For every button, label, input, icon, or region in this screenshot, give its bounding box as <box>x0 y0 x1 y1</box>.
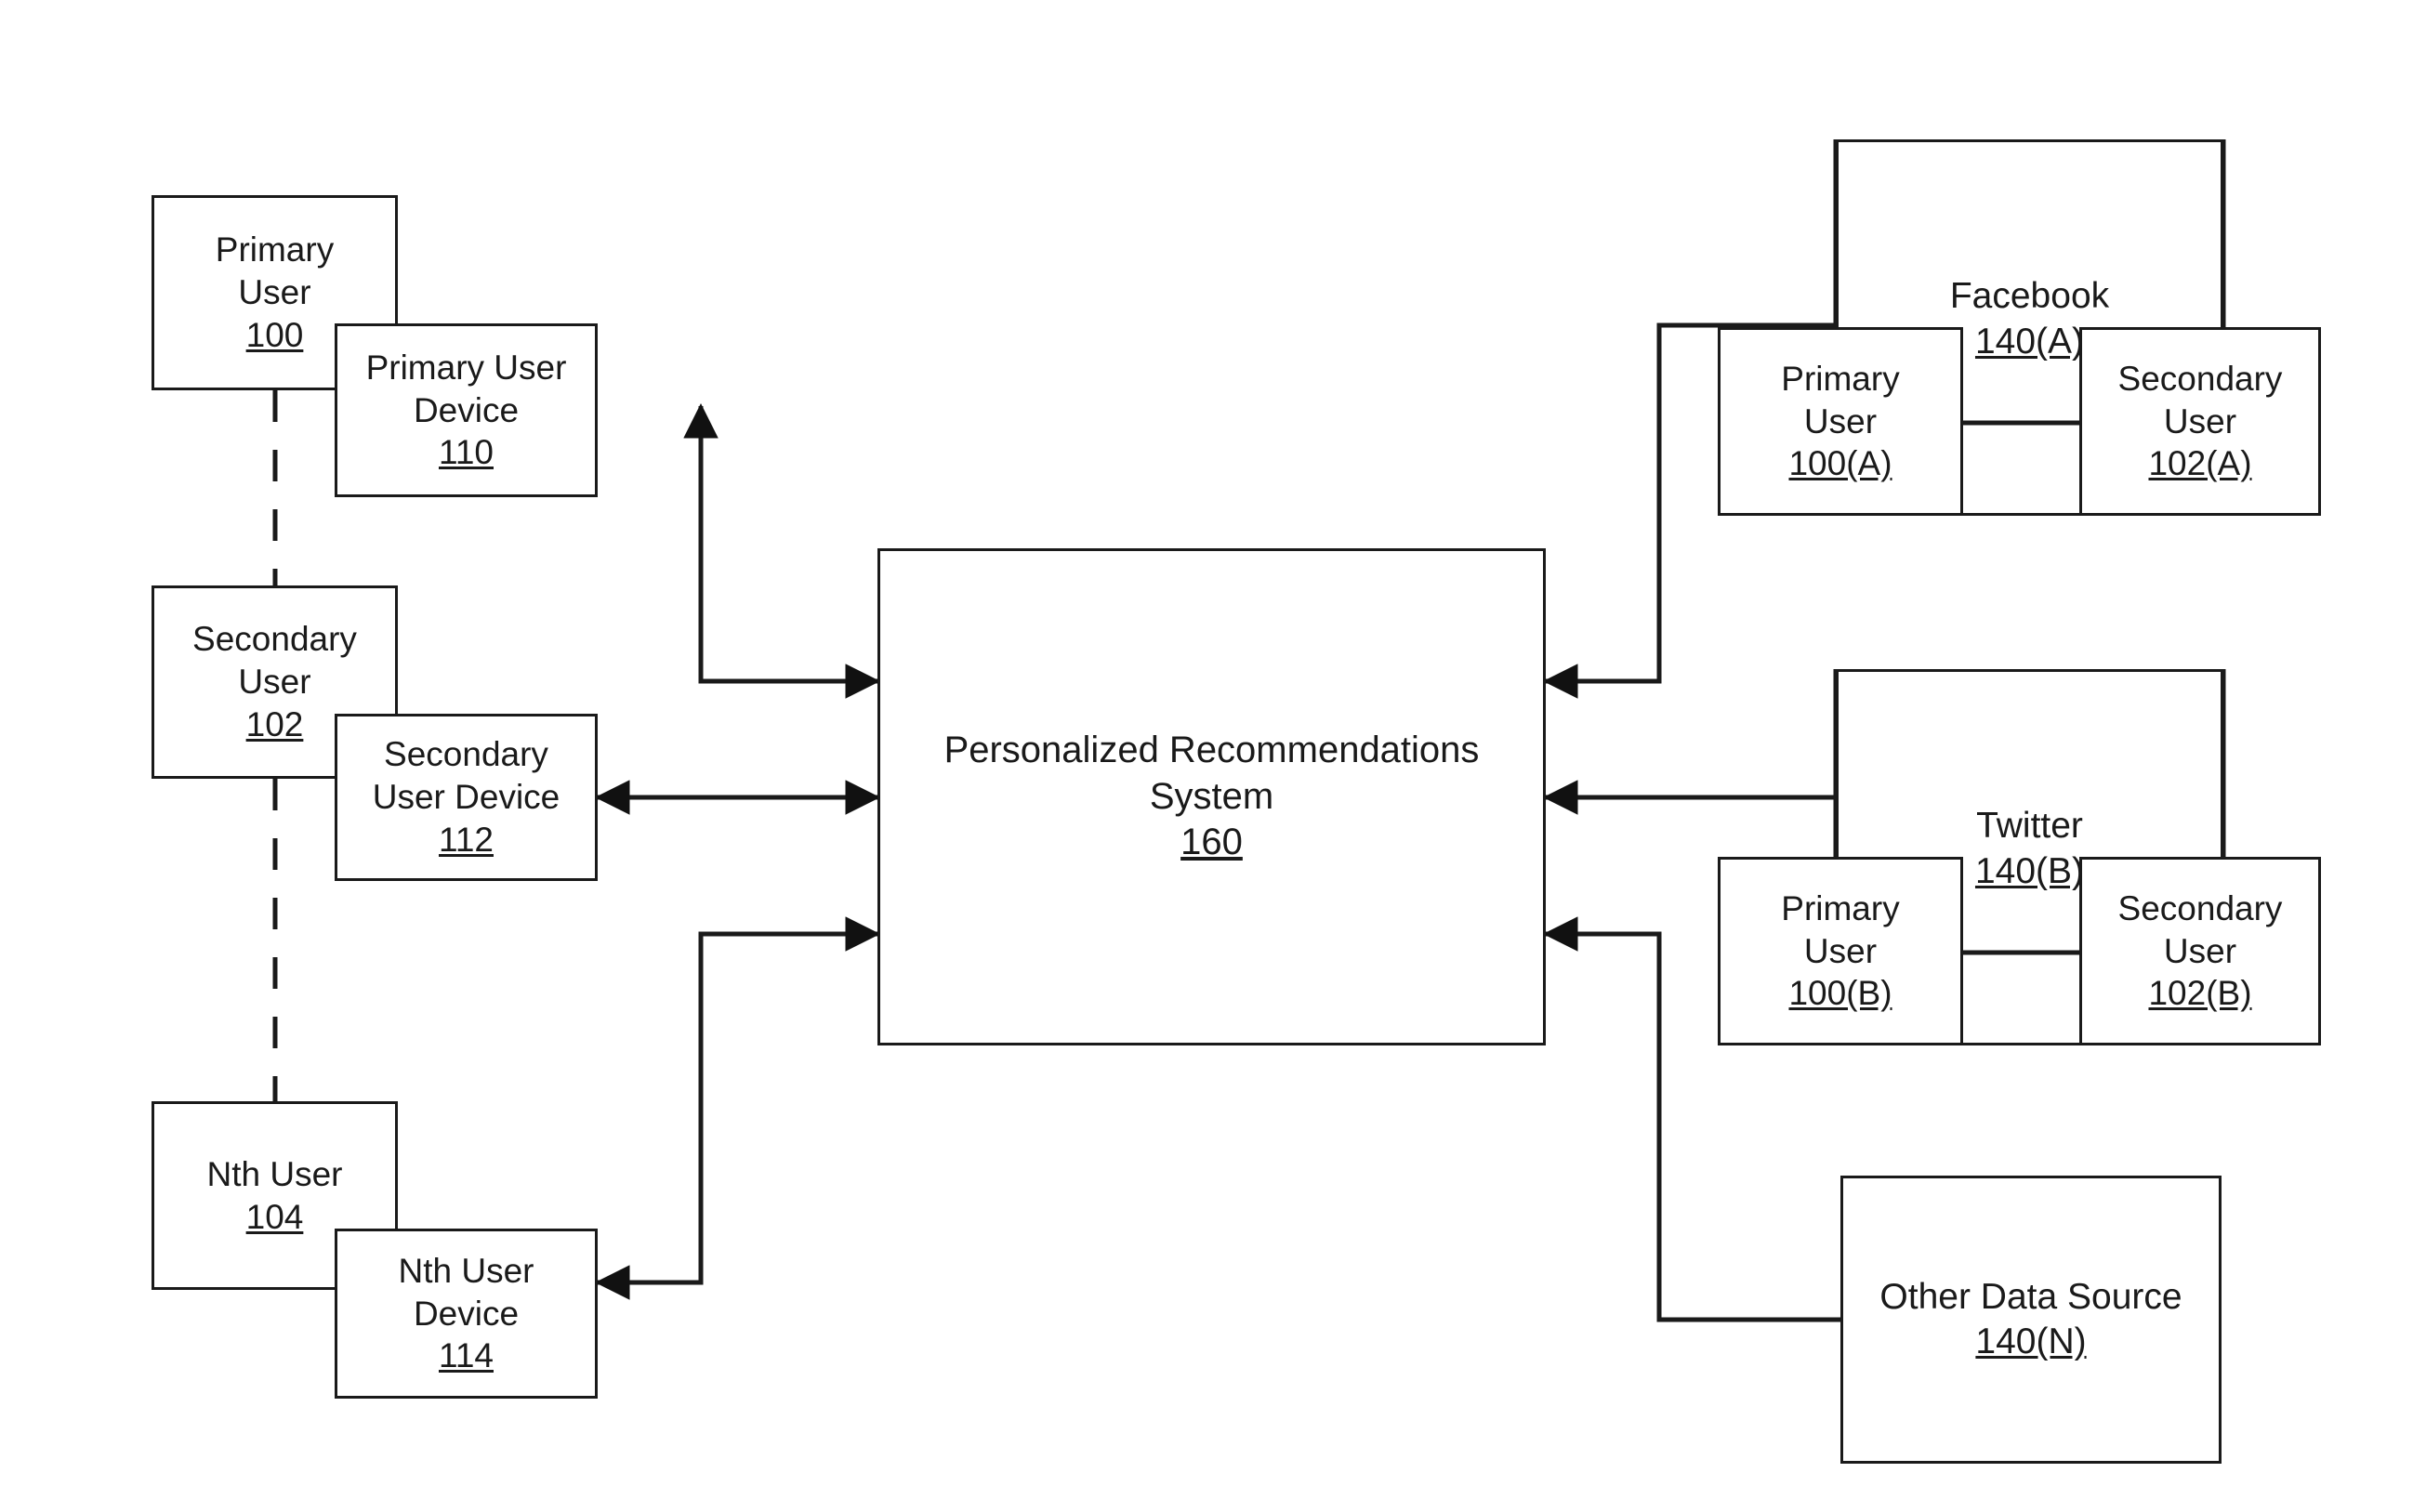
node-label: Twitter <box>1976 806 2083 847</box>
node-nth-user-device[interactable]: Nth User Device 114 <box>335 1229 598 1399</box>
node-reference-number: 140(B) <box>1974 850 2085 891</box>
node-twitter-secondary-user[interactable]: Secondary User 102(B) <box>2079 857 2321 1045</box>
node-reference-number: 110 <box>439 433 494 472</box>
node-reference-number: 102(B) <box>2148 974 2252 1013</box>
node-label: Primary User <box>1781 359 1900 440</box>
node-other-data-source[interactable]: Other Data Source 140(N) <box>1840 1176 2222 1464</box>
node-reference-number: 100 <box>245 315 304 354</box>
node-reference-number: 104 <box>245 1197 304 1236</box>
node-reference-number: 114 <box>439 1336 494 1375</box>
node-reference-number: 140(N) <box>1975 1321 2087 1361</box>
node-reference-number: 102(A) <box>2148 444 2252 483</box>
node-label: Nth User Device <box>398 1251 534 1333</box>
node-facebook-secondary-user[interactable]: Secondary User 102(A) <box>2079 327 2321 516</box>
node-label: Facebook <box>1949 276 2110 317</box>
node-reference-number: 102 <box>245 704 304 743</box>
connector-nth-device-to-system <box>594 916 881 1300</box>
connector-primary-device-to-system <box>683 402 881 699</box>
node-facebook-primary-user[interactable]: Primary User 100(A) <box>1718 327 1963 516</box>
node-personalized-recommendations-system[interactable]: Personalized Recommendations System 160 <box>877 548 1546 1045</box>
node-label: Secondary User <box>2117 888 2283 970</box>
node-reference-number: 140(A) <box>1974 321 2085 362</box>
node-primary-user-device[interactable]: Primary User Device 110 <box>335 323 598 497</box>
node-label: Primary User <box>1781 888 1900 970</box>
node-label: Primary User Device <box>365 348 567 429</box>
node-reference-number: 112 <box>439 820 494 859</box>
node-twitter-primary-user[interactable]: Primary User 100(B) <box>1718 857 1963 1045</box>
node-label: Nth User <box>206 1154 343 1193</box>
node-label: Secondary User <box>192 620 357 702</box>
node-secondary-user-device[interactable]: Secondary User Device 112 <box>335 714 598 881</box>
node-reference-number: 100(A) <box>1788 444 1892 483</box>
node-reference-number: 160 <box>1180 822 1243 863</box>
node-label: Primary User <box>215 230 335 312</box>
node-label: Secondary User Device <box>372 735 560 817</box>
node-label: Other Data Source <box>1879 1276 2182 1317</box>
node-reference-number: 100(B) <box>1788 974 1892 1013</box>
node-label: Personalized Recommendations System <box>943 730 1480 817</box>
node-label: Secondary User <box>2117 359 2283 440</box>
figure-canvas: Primary User 100 Secondary User 102 Nth … <box>0 0 2413 1512</box>
